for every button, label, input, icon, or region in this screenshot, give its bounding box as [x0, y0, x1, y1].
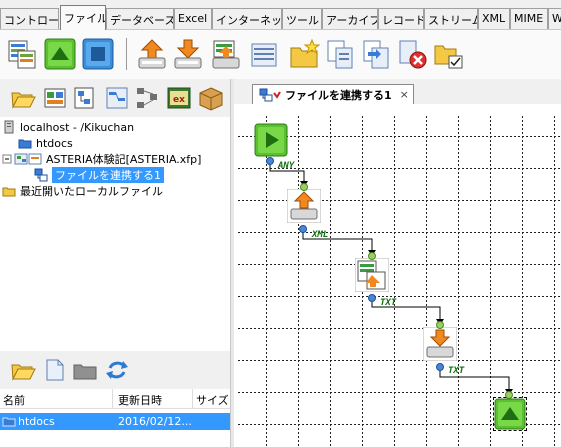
file-get-button[interactable]	[134, 36, 170, 72]
file-row[interactable]: htdocs 2016/02/12...	[0, 413, 230, 430]
flow-icon	[34, 168, 48, 182]
directory-list-button[interactable]	[246, 36, 282, 72]
new-file-icon[interactable]	[42, 357, 68, 383]
file-put-button[interactable]	[170, 36, 206, 72]
folder-icon	[2, 184, 16, 198]
file-put-icon	[174, 39, 202, 69]
tree-node-recent[interactable]: 最近開いたローカルファイル	[2, 183, 163, 199]
tree-node-flow[interactable]: ファイルを連携する1	[34, 167, 164, 183]
file-delete-icon	[399, 40, 427, 69]
project-label: ASTERIA体験記[ASTERIA.xfp]	[46, 153, 202, 166]
port-type-label: ANY	[278, 161, 295, 171]
project-tree: localhost - /Kikuchan htdocs ASTERIA体験記[…	[0, 117, 230, 351]
tab-xml[interactable]: XML	[478, 8, 510, 29]
input-port[interactable]	[436, 321, 444, 329]
new-subflow-icon[interactable]	[134, 85, 160, 111]
tab-database[interactable]: データベース	[106, 8, 174, 29]
column-divider[interactable]	[192, 389, 193, 409]
new-project-icon[interactable]	[42, 85, 68, 111]
mapper-icon	[8, 40, 36, 69]
file-browser-toolbar	[0, 351, 230, 389]
component-palette-tabs: コントロール ファイル データベース Excel インターネット ツール アーカ…	[0, 0, 561, 30]
component-toolbar	[0, 29, 561, 79]
input-port[interactable]	[300, 183, 308, 191]
svg-text:ex: ex	[173, 95, 185, 105]
tab-record[interactable]: レコード	[378, 8, 424, 29]
explorer-toolbar: ex	[0, 79, 230, 117]
file-list-header: 名前 更新日時 サイズ	[0, 389, 230, 409]
column-divider[interactable]	[112, 389, 113, 409]
file-move-button[interactable]	[358, 36, 394, 72]
file-delete-button[interactable]	[394, 36, 430, 72]
new-folder-disabled-icon	[72, 357, 98, 383]
folder-icon	[2, 414, 16, 431]
input-port[interactable]	[505, 391, 513, 399]
file-copy-icon	[327, 40, 353, 69]
toolbar-separator	[126, 38, 127, 70]
recent-files-label: 最近開いたローカルファイル	[20, 185, 163, 198]
new-folder-icon	[290, 38, 320, 68]
output-port[interactable]	[436, 363, 444, 371]
excel-file-get-icon	[212, 40, 240, 69]
exception-button[interactable]	[80, 36, 116, 72]
file-name: htdocs	[18, 415, 55, 428]
collapse-icon[interactable]	[2, 152, 12, 166]
file-copy-button[interactable]	[322, 36, 358, 72]
file-move-icon	[363, 40, 389, 69]
tab-more[interactable]: W	[548, 8, 561, 29]
directory-list-icon	[251, 43, 277, 67]
project-icon	[14, 152, 42, 166]
new-flow-icon[interactable]	[72, 85, 98, 111]
end-icon	[44, 38, 76, 70]
tab-internet[interactable]: インターネット	[212, 8, 282, 29]
server-icon	[2, 120, 16, 134]
port-type-label: TXT	[448, 366, 465, 376]
exception-icon	[82, 38, 114, 70]
flow-label: ファイルを連携する1	[52, 167, 164, 183]
excel-file-get-button[interactable]	[208, 36, 244, 72]
server-label: localhost - /Kikuchan	[20, 120, 135, 134]
tab-excel[interactable]: Excel	[174, 8, 212, 29]
file-date: 2016/02/12...	[118, 415, 192, 428]
project-explorer: ex localhost - /Kikuchan htdocs ASTERIA体…	[0, 79, 230, 447]
app-window: コントロール ファイル データベース Excel インターネット ツール アーカ…	[0, 0, 561, 447]
open-folder-icon[interactable]	[10, 357, 36, 383]
tree-node-htdocs[interactable]: htdocs	[18, 135, 73, 151]
tree-node-server[interactable]: localhost - /Kikuchan	[2, 119, 134, 135]
file-check-button[interactable]	[430, 36, 466, 72]
tab-file[interactable]: ファイル	[60, 5, 106, 30]
new-directory-button[interactable]	[286, 36, 322, 72]
htdocs-label: htdocs	[36, 136, 73, 150]
file-get-icon	[138, 39, 166, 69]
file-list: 名前 更新日時 サイズ htdocs 2016/02/12...	[0, 389, 230, 447]
tab-control[interactable]: コントロール	[0, 8, 59, 29]
port-type-label: XML	[312, 230, 329, 240]
output-port[interactable]	[299, 225, 307, 233]
output-port[interactable]	[368, 294, 376, 302]
output-port[interactable]	[266, 157, 274, 165]
refresh-icon[interactable]	[104, 357, 130, 383]
file-check-icon	[434, 45, 463, 69]
end-button[interactable]	[42, 36, 78, 72]
package-icon[interactable]	[198, 85, 224, 111]
tab-mime[interactable]: MIME	[510, 8, 548, 29]
column-name[interactable]: 名前	[3, 392, 25, 408]
tree-node-project[interactable]: ASTERIA体験記[ASTERIA.xfp]	[2, 151, 201, 167]
open-folder-icon[interactable]	[10, 85, 36, 111]
column-date[interactable]: 更新日時	[118, 392, 162, 408]
folder-icon	[18, 136, 32, 150]
new-mapper-icon[interactable]	[104, 85, 130, 111]
exception-flow-icon[interactable]: ex	[166, 85, 192, 111]
tab-archive[interactable]: アーカイブ	[322, 8, 378, 29]
tab-tools[interactable]: ツール	[282, 8, 322, 29]
tab-stream[interactable]: ストリーム	[424, 8, 478, 29]
column-size[interactable]: サイズ	[196, 392, 229, 408]
flow-editor: ファイルを連携する1 × ANY XML TXT TXT	[234, 79, 561, 447]
input-port[interactable]	[368, 252, 376, 260]
mapper-button[interactable]	[4, 36, 40, 72]
port-type-label: TXT	[380, 298, 397, 308]
